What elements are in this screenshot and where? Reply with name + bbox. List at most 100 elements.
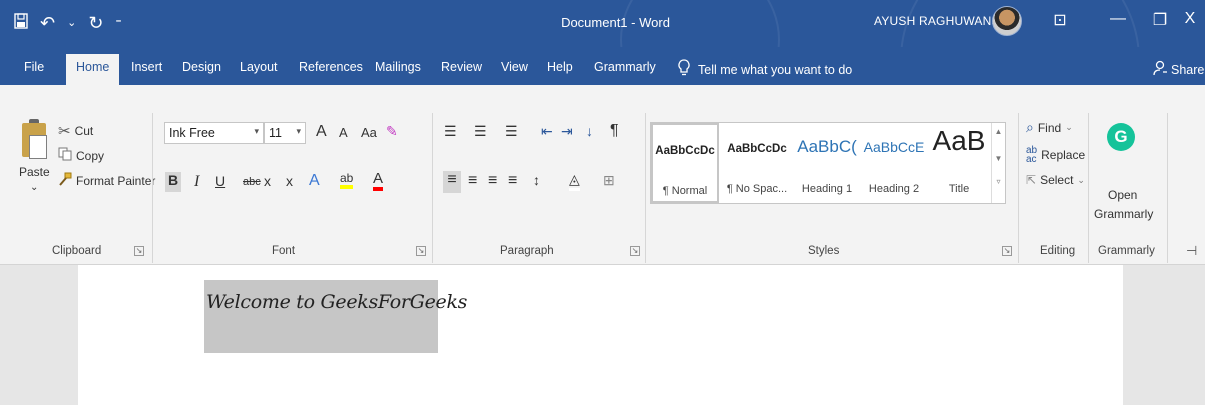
grammarly-logo-icon[interactable]: G bbox=[1107, 123, 1135, 151]
format-painter-button[interactable]: Format Painter bbox=[58, 172, 155, 189]
group-separator bbox=[432, 113, 433, 263]
tab-references[interactable]: References bbox=[299, 60, 363, 74]
bullets-button[interactable]: ☰ bbox=[444, 123, 457, 140]
highlight-button[interactable]: ab bbox=[340, 171, 354, 189]
font-size-combo[interactable]: 11 ▾ bbox=[264, 122, 306, 144]
bold-button[interactable]: B bbox=[165, 172, 181, 192]
share-button[interactable]: Share bbox=[1153, 60, 1204, 79]
select-button[interactable]: ⇱ Select ⌄ bbox=[1026, 173, 1085, 187]
font-size-value: 11 bbox=[269, 126, 282, 140]
borders-button[interactable]: ⊞ bbox=[603, 172, 615, 189]
clear-formatting-button[interactable]: ✎ bbox=[386, 123, 398, 140]
chevron-down-icon[interactable]: ▾ bbox=[254, 126, 259, 137]
font-name-combo[interactable]: Ink Free ▾ bbox=[164, 122, 264, 144]
shrink-font-button[interactable]: A bbox=[339, 125, 348, 140]
chevron-up-icon[interactable]: ▲ bbox=[992, 127, 1005, 136]
clipboard-group-label: Clipboard bbox=[52, 245, 102, 257]
style-name: Title bbox=[948, 183, 970, 195]
align-center-button[interactable]: ≡ bbox=[468, 172, 477, 190]
sort-button[interactable]: ↓ bbox=[586, 123, 593, 139]
pin-ribbon-icon[interactable]: ⊣ bbox=[1186, 243, 1197, 259]
styles-gallery: AaBbCcDc ¶ Normal AaBbCcDc ¶ No Spac... … bbox=[650, 122, 1006, 204]
tab-grammarly[interactable]: Grammarly bbox=[594, 60, 656, 74]
share-label: Share bbox=[1171, 62, 1205, 77]
chevron-down-icon[interactable]: ▾ bbox=[296, 126, 301, 137]
justify-button[interactable]: ≡ bbox=[508, 172, 517, 190]
replace-icon: ab ac bbox=[1026, 145, 1038, 165]
open-grammarly-line1[interactable]: Open bbox=[1108, 188, 1137, 202]
copy-button[interactable]: Copy bbox=[58, 147, 104, 164]
font-color-button[interactable]: A bbox=[373, 171, 384, 191]
decrease-indent-button[interactable]: ⇤ bbox=[541, 123, 553, 140]
ribbon-display-options-icon[interactable]: ⊡ bbox=[1048, 10, 1072, 30]
document-title: Document1 - Word bbox=[561, 15, 670, 30]
show-formatting-button[interactable]: ¶ bbox=[610, 122, 619, 140]
find-button[interactable]: ⌕ Find ⌄ bbox=[1026, 119, 1073, 136]
align-left-button[interactable]: ≡ bbox=[443, 171, 461, 193]
italic-button[interactable]: I bbox=[194, 173, 199, 191]
styles-launcher-icon[interactable]: ↘ bbox=[1002, 246, 1012, 256]
close-button[interactable]: X bbox=[1178, 10, 1202, 28]
clipboard-launcher-icon[interactable]: ↘ bbox=[134, 246, 144, 256]
paste-dropdown-icon[interactable]: ⌄ bbox=[30, 182, 38, 193]
title-bar: ↶ ⌄ ↻ ⁼ Document1 - Word AYUSH RAGHUWANS… bbox=[0, 0, 1205, 180]
chevron-down-icon[interactable]: ⌄ bbox=[1077, 175, 1085, 186]
more-styles-icon[interactable]: ▿ bbox=[992, 177, 1005, 186]
style-preview: AaB bbox=[932, 125, 986, 156]
copy-icon bbox=[58, 147, 72, 164]
style-heading-2[interactable]: AaBbCcE Heading 2 bbox=[861, 123, 927, 203]
style-heading-1[interactable]: AaBbC( Heading 1 bbox=[794, 123, 860, 203]
group-separator bbox=[1018, 113, 1019, 263]
copy-label: Copy bbox=[76, 148, 105, 163]
eraser-icon: ✎ bbox=[386, 123, 398, 139]
chevron-down-icon[interactable]: ⌄ bbox=[1065, 122, 1073, 133]
shading-button[interactable]: ◬ bbox=[569, 171, 580, 191]
tell-me-search[interactable]: Tell me what you want to do bbox=[678, 59, 852, 80]
replace-label: Replace bbox=[1041, 148, 1086, 162]
restore-button[interactable]: ❐ bbox=[1148, 10, 1172, 30]
tab-file[interactable]: File bbox=[24, 60, 44, 74]
cut-button[interactable]: ✂ Cut bbox=[58, 122, 93, 140]
paragraph-launcher-icon[interactable]: ↘ bbox=[630, 246, 640, 256]
tab-mailings[interactable]: Mailings bbox=[375, 60, 421, 74]
text-effects-button[interactable]: A bbox=[309, 172, 320, 190]
tab-layout[interactable]: Layout bbox=[240, 60, 278, 74]
align-right-button[interactable]: ≡ bbox=[488, 172, 497, 190]
document-area[interactable] bbox=[0, 265, 1205, 405]
paragraph-group-label: Paragraph bbox=[500, 245, 554, 257]
paste-icon[interactable] bbox=[22, 123, 47, 159]
tab-view[interactable]: View bbox=[501, 60, 528, 74]
paste-button[interactable]: Paste bbox=[19, 165, 50, 179]
group-separator bbox=[1088, 113, 1089, 263]
tab-insert[interactable]: Insert bbox=[131, 60, 162, 74]
numbering-button[interactable]: ☰ bbox=[474, 123, 487, 140]
font-launcher-icon[interactable]: ↘ bbox=[416, 246, 426, 256]
multilevel-list-button[interactable]: ☰ bbox=[505, 123, 518, 140]
cursor-arrow-icon: ⇱ bbox=[1026, 173, 1037, 187]
chevron-down-icon[interactable]: ▼ bbox=[992, 154, 1005, 163]
tab-design[interactable]: Design bbox=[182, 60, 221, 74]
document-text[interactable]: Welcome to GeeksForGeeks bbox=[206, 291, 467, 313]
grow-font-button[interactable]: A bbox=[316, 123, 327, 141]
minimize-button[interactable]: — bbox=[1106, 10, 1130, 28]
tab-home[interactable]: Home bbox=[66, 54, 120, 85]
superscript-button[interactable]: x bbox=[286, 173, 293, 189]
change-case-button[interactable]: Aa bbox=[361, 125, 377, 140]
style-no-spacing[interactable]: AaBbCcDc ¶ No Spac... bbox=[721, 123, 793, 203]
open-grammarly-line2[interactable]: Grammarly bbox=[1094, 207, 1153, 221]
tab-help[interactable]: Help bbox=[547, 60, 573, 74]
underline-button[interactable]: U bbox=[215, 173, 225, 189]
avatar[interactable] bbox=[992, 6, 1022, 36]
line-spacing-button[interactable]: ↕ bbox=[533, 172, 540, 188]
styles-scrollbar[interactable]: ▲ ▼ ▿ bbox=[991, 123, 1005, 203]
style-title[interactable]: AaB Title bbox=[928, 123, 990, 203]
group-separator bbox=[1167, 113, 1168, 263]
tab-review[interactable]: Review bbox=[441, 60, 482, 74]
subscript-button[interactable]: x bbox=[264, 173, 271, 189]
styles-group-label: Styles bbox=[808, 245, 840, 257]
cut-label: Cut bbox=[74, 124, 94, 138]
style-normal[interactable]: AaBbCcDc ¶ Normal bbox=[651, 123, 719, 203]
strikethrough-button[interactable]: abc bbox=[243, 176, 261, 188]
replace-button[interactable]: ab ac Replace bbox=[1026, 145, 1086, 165]
increase-indent-button[interactable]: ⇥ bbox=[561, 123, 573, 140]
